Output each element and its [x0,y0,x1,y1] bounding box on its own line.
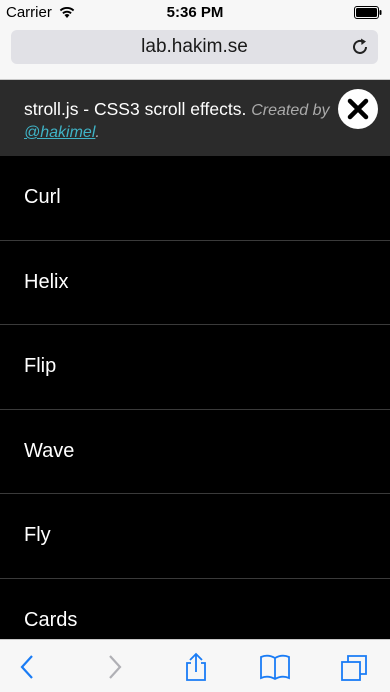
status-bar: Carrier 5:36 PM [0,0,390,26]
author-link[interactable]: @hakimel [24,124,95,141]
list-item-curl[interactable]: Curl [0,156,390,241]
header-banner: stroll.js - CSS3 scroll effects. Created… [0,80,390,156]
list-item-label: Wave [24,439,75,462]
list-item-label: Fly [24,524,51,547]
list-item-label: Curl [24,186,61,209]
status-time: 5:36 PM [166,4,224,21]
list-item-flip[interactable]: Flip [0,325,390,410]
list-item-label: Cards [24,608,78,631]
list-item-helix[interactable]: Helix [0,241,390,325]
browser-toolbar [0,639,390,692]
tabs-icon[interactable] [339,652,371,682]
share-icon[interactable] [180,652,212,682]
banner-text: stroll.js - CSS3 scroll effects. Created… [24,99,334,143]
back-icon[interactable] [12,652,44,682]
browser-chrome: Carrier 5:36 PM lab.hakim.se [0,0,390,80]
list-item-wave[interactable]: Wave [0,410,390,494]
bookmarks-icon[interactable] [259,652,291,682]
url-text: lab.hakim.se [141,36,248,57]
close-icon [347,98,369,120]
banner-credit-prefix: Created by [251,102,330,119]
list-item-fly[interactable]: Fly [0,494,390,579]
forward-icon[interactable] [98,652,130,682]
banner-credit-suffix: . [95,124,100,141]
battery-icon [354,6,382,19]
banner-title: stroll.js - CSS3 scroll effects. [24,99,247,119]
effects-list: Curl Helix Flip Wave Fly Cards [0,156,390,663]
list-item-label: Flip [24,355,57,378]
list-item-label: Helix [24,270,69,293]
close-banner-button[interactable] [338,89,378,129]
address-bar[interactable]: lab.hakim.se [11,30,378,64]
reload-icon[interactable] [350,37,370,57]
